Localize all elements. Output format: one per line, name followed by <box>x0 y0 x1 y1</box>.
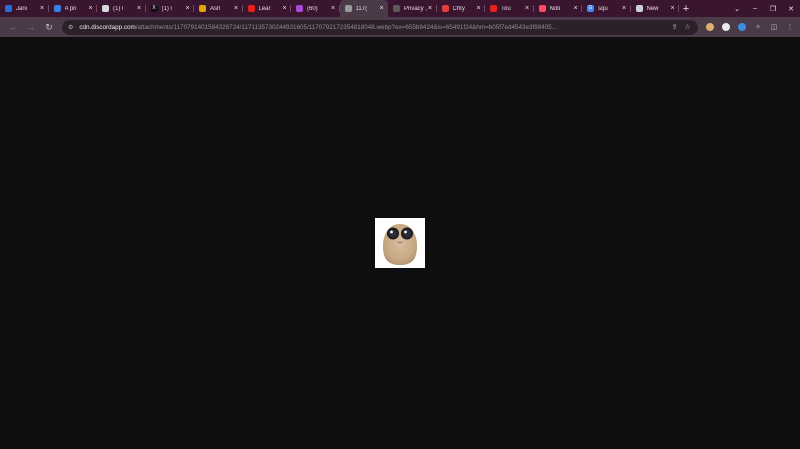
tab-label: Lear <box>258 5 271 12</box>
extensions-area: ✧ ◫ ⋮ <box>702 17 798 37</box>
tab-label: Chty <box>452 5 465 12</box>
browser-tab[interactable]: Ash × <box>194 0 243 17</box>
tab-separator <box>678 5 679 12</box>
tab-label: Privacy , <box>404 5 427 12</box>
tab-label: (60) <box>307 5 318 12</box>
browser-tab[interactable]: Privacy , × <box>388 0 437 17</box>
tab-favicon-icon <box>247 5 255 12</box>
bookmark-star-icon[interactable]: ☆ <box>681 23 694 31</box>
tab-close-icon[interactable]: × <box>233 5 240 12</box>
arrow-left-icon: ← <box>8 22 18 32</box>
tab-close-icon[interactable]: × <box>475 5 482 12</box>
tab-favicon-icon <box>296 5 303 12</box>
tab-favicon-icon: X <box>150 5 158 12</box>
tab-label: Noti <box>549 5 561 12</box>
image-viewer <box>0 37 800 449</box>
tab-favicon-icon <box>102 5 109 12</box>
tab-favicon-icon: G <box>587 5 594 12</box>
tab-close-icon[interactable]: × <box>330 5 337 12</box>
browser-tab[interactable]: (60) × <box>291 0 340 17</box>
tab-label: New <box>646 5 659 12</box>
menu-kebab-icon[interactable]: ⋮ <box>782 17 798 37</box>
back-button[interactable]: ← <box>4 17 22 37</box>
tab-favicon-icon <box>53 5 61 12</box>
browser-tab[interactable]: 117( × <box>339 0 388 17</box>
tab-close-icon[interactable]: × <box>378 5 385 12</box>
reload-icon: ↻ <box>45 21 53 32</box>
tab-favicon-icon <box>490 5 497 12</box>
tab-favicon-icon <box>538 5 546 12</box>
tab-close-icon[interactable]: × <box>39 5 46 12</box>
browser-tab[interactable]: (1) l × <box>97 0 146 17</box>
tab-search-chevron-icon[interactable]: ⌄ <box>728 5 746 13</box>
tab-favicon-icon <box>199 5 206 12</box>
browser-tab[interactable]: Chty × <box>437 0 485 17</box>
tab-label: 117( <box>355 5 368 12</box>
tab-close-icon[interactable]: × <box>281 5 288 12</box>
forward-button[interactable]: → <box>22 17 40 37</box>
address-bar[interactable]: ⚙ cdn.discordapp.com /attachments/117079… <box>62 19 698 35</box>
window-controls: ⌄ – ❐ ✕ <box>728 0 800 17</box>
browser-tab[interactable]: Tou × <box>485 0 534 17</box>
new-tab-button[interactable]: + <box>679 0 693 17</box>
browser-tab[interactable]: Noti × <box>534 0 582 17</box>
share-icon[interactable]: ⇪ <box>668 23 681 31</box>
url-host: cdn.discordapp.com <box>79 23 136 31</box>
tab-close-icon[interactable]: × <box>669 5 676 12</box>
tab-label: Ash <box>210 5 221 12</box>
site-info-icon[interactable]: ⚙ <box>68 24 73 31</box>
tab-label: squ <box>598 5 608 12</box>
side-panel-icon[interactable]: ◫ <box>766 17 782 37</box>
tab-strip: Jani × A pri × (1) l × X (1) l × Ash × Lear × (60) × 11… <box>0 0 800 17</box>
browser-tab[interactable]: Gsqu × <box>582 0 631 17</box>
tab-close-icon[interactable]: × <box>524 5 531 12</box>
minimize-icon[interactable]: – <box>746 5 764 12</box>
tab-close-icon[interactable]: × <box>621 5 628 12</box>
pou-creature-image[interactable] <box>375 218 425 268</box>
tab-favicon-icon <box>5 5 12 12</box>
arrow-right-icon: → <box>26 22 36 32</box>
tab-close-icon[interactable]: × <box>87 5 94 12</box>
reload-button[interactable]: ↻ <box>40 17 58 37</box>
tab-close-icon[interactable]: × <box>184 5 191 12</box>
tab-close-icon[interactable]: × <box>136 5 143 12</box>
pou-illustration <box>383 224 417 265</box>
restore-icon[interactable]: ❐ <box>764 5 782 13</box>
tab-close-icon[interactable]: × <box>572 5 579 12</box>
browser-tab[interactable]: Jani × <box>0 0 49 17</box>
tab-favicon-icon <box>441 5 449 12</box>
tab-favicon-icon <box>393 5 400 12</box>
tab-label: (1) l <box>113 5 124 12</box>
extensions-puzzle-icon[interactable]: ✧ <box>750 17 766 37</box>
browser-toolbar: ← → ↻ ⚙ cdn.discordapp.com /attachments/… <box>0 17 800 37</box>
browser-tab[interactable]: New × <box>631 0 679 17</box>
browser-tab[interactable]: A pri × <box>49 0 97 17</box>
tab-favicon-icon <box>344 5 352 12</box>
tab-close-icon[interactable]: × <box>427 5 434 12</box>
extension-avatar-icon[interactable] <box>702 17 718 37</box>
tab-label: Jani <box>16 5 28 12</box>
browser-tab[interactable]: Lear × <box>243 0 291 17</box>
close-window-icon[interactable]: ✕ <box>782 5 800 13</box>
tab-label: A pri <box>64 5 77 12</box>
extension-ghost-icon[interactable] <box>718 17 734 37</box>
url-path: /attachments/1170791401584328724/1171135… <box>135 23 558 31</box>
tab-label: Tou <box>501 5 511 12</box>
browser-tab[interactable]: X (1) l × <box>146 0 194 17</box>
tab-label: (1) l <box>161 5 172 12</box>
tab-favicon-icon <box>635 5 643 12</box>
extension-shield-icon[interactable] <box>734 17 750 37</box>
